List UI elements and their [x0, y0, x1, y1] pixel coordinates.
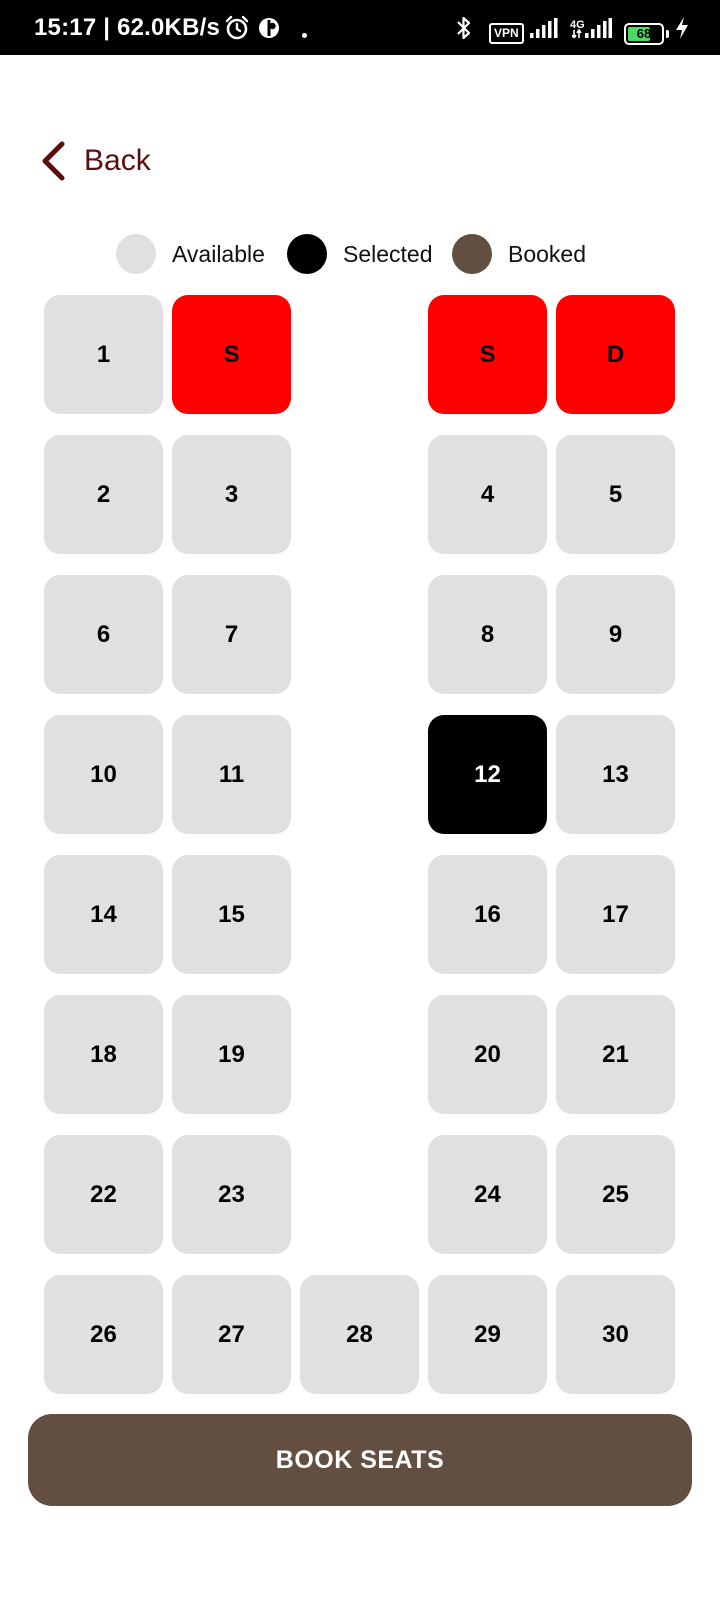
seat-available[interactable]: 26	[44, 1275, 163, 1394]
seat-available[interactable]: 10	[44, 715, 163, 834]
seat-available[interactable]: 15	[172, 855, 291, 974]
seat-available[interactable]: 5	[556, 435, 675, 554]
back-button[interactable]: Back	[40, 136, 151, 186]
seat-available[interactable]: 19	[172, 995, 291, 1114]
seat-available[interactable]: 17	[556, 855, 675, 974]
seat-available[interactable]: 25	[556, 1135, 675, 1254]
battery-tip	[666, 30, 669, 38]
seat-available[interactable]: 24	[428, 1135, 547, 1254]
seat-available[interactable]: 16	[428, 855, 547, 974]
signal-4g-icon	[572, 0, 612, 55]
vpn-badge: VPN	[489, 23, 524, 44]
signal-icon	[530, 0, 558, 55]
seat-available[interactable]: 30	[556, 1275, 675, 1394]
seat-reserved[interactable]: S	[172, 295, 291, 414]
seat-available[interactable]: 13	[556, 715, 675, 834]
legend-selected-swatch	[287, 234, 327, 274]
seat-available[interactable]: 6	[44, 575, 163, 694]
seat-available[interactable]: 23	[172, 1135, 291, 1254]
legend-booked-label: Booked	[508, 241, 587, 267]
alarm-icon	[222, 0, 252, 55]
seat-legend: Available Selected Booked	[0, 234, 720, 276]
seat-available[interactable]: 14	[44, 855, 163, 974]
back-label: Back	[84, 144, 151, 177]
seat-available[interactable]: 9	[556, 575, 675, 694]
seat-reserved[interactable]: D	[556, 295, 675, 414]
seat-available[interactable]: 4	[428, 435, 547, 554]
seat-available[interactable]: 20	[428, 995, 547, 1114]
seat-available[interactable]: 3	[172, 435, 291, 554]
chevron-left-icon	[42, 141, 65, 181]
seat-available[interactable]: 7	[172, 575, 291, 694]
legend-booked-swatch	[452, 234, 492, 274]
status-time-and-speed: 15:17 | 62.0KB/s	[34, 14, 221, 41]
bluetooth-icon	[452, 0, 476, 55]
legend-selected-label: Selected	[343, 241, 433, 267]
battery-icon: 68	[624, 23, 664, 45]
seat-available[interactable]: 1	[44, 295, 163, 414]
charging-icon	[673, 0, 691, 55]
seat-available[interactable]: 21	[556, 995, 675, 1114]
seat-available[interactable]: 2	[44, 435, 163, 554]
seat-selected[interactable]: 12	[428, 715, 547, 834]
legend-available-label: Available	[172, 241, 265, 267]
legend-available-swatch	[116, 234, 156, 274]
seat-reserved[interactable]: S	[428, 295, 547, 414]
seat-available[interactable]: 29	[428, 1275, 547, 1394]
battery-level: 68	[636, 26, 652, 41]
notification-dot	[302, 33, 307, 38]
seat-available[interactable]: 22	[44, 1135, 163, 1254]
seat-available[interactable]: 27	[172, 1275, 291, 1394]
book-seats-button[interactable]: BOOK SEATS	[28, 1414, 692, 1506]
seat-available[interactable]: 18	[44, 995, 163, 1114]
status-bar: 15:17 | 62.0KB/s VPN 4G 68	[0, 0, 720, 55]
seat-available[interactable]: 11	[172, 715, 291, 834]
data-saver-icon	[254, 0, 284, 55]
seat-available[interactable]: 8	[428, 575, 547, 694]
seat-available[interactable]: 28	[300, 1275, 419, 1394]
